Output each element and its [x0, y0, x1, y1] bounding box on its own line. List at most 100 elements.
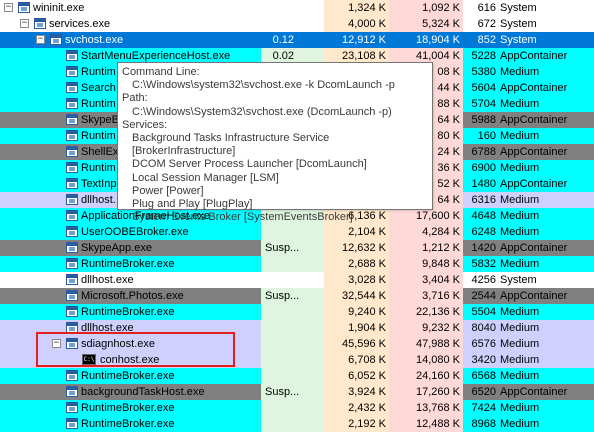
collapse-toggle-icon[interactable]: − [20, 19, 29, 28]
process-row[interactable]: − svchost.exe 0.12 12,912 K 18,904 K 852 Syste… [0, 32, 594, 48]
tooltip-service: Local Session Manager [LSM] [132, 171, 279, 184]
process-window-icon [66, 338, 78, 349]
pid-value: 852 [477, 34, 496, 46]
process-window-icon [66, 210, 78, 221]
process-name-cell[interactable]: backgroundTaskHost.exe [0, 384, 261, 400]
process-window-icon [66, 306, 78, 317]
integrity-level: AppContainer [500, 82, 568, 94]
pid-integrity-cell: 6788 AppContainer [463, 144, 594, 160]
pid-integrity-cell: 5604 AppContainer [463, 80, 594, 96]
pid-value: 6316 [471, 194, 496, 206]
process-name-cell[interactable]: RuntimeBroker.exe [0, 256, 261, 272]
process-row[interactable]: RuntimeBroker.exe 9,240 K 22,136 K 5504 Medi… [0, 304, 594, 320]
pid-integrity-cell: 160 Medium [463, 128, 594, 144]
process-name-cell[interactable]: dllhost.exe [0, 320, 261, 336]
process-name-cell[interactable]: − sdiagnhost.exe [0, 336, 261, 352]
process-name: backgroundTaskHost.exe [81, 386, 205, 398]
pid-integrity-cell: 5504 Medium [463, 304, 594, 320]
tooltip-path-label: Path: [122, 92, 148, 105]
pid-value: 1420 [471, 242, 496, 254]
process-name-cell[interactable]: RuntimeBroker.exe [0, 368, 261, 384]
process-name: UserOOBEBroker.exe [81, 226, 189, 238]
process-name: conhost.exe [100, 354, 160, 366]
pid-integrity-cell: 6316 Medium [463, 192, 594, 208]
process-row[interactable]: RuntimeBroker.exe 2,432 K 13,768 K 7424 Medi… [0, 400, 594, 416]
process-window-icon [66, 322, 78, 333]
cpu-cell [261, 336, 324, 352]
private-bytes-cell: 3,028 K [324, 272, 389, 288]
pid-integrity-cell: 5988 AppContainer [463, 112, 594, 128]
collapse-toggle-icon[interactable]: − [52, 339, 61, 348]
process-name: RuntimeBroker.exe [81, 258, 175, 270]
working-set-cell: 1,212 K [389, 240, 463, 256]
process-name-cell[interactable]: UserOOBEBroker.exe [0, 224, 261, 240]
pid-integrity-cell: 3420 Medium [463, 352, 594, 368]
process-row[interactable]: RuntimeBroker.exe 2,688 K 9,848 K 5832 Mediu… [0, 256, 594, 272]
pid-value: 5832 [471, 258, 496, 270]
pid-value: 7424 [471, 402, 496, 414]
pid-integrity-cell: 1420 AppContainer [463, 240, 594, 256]
process-row[interactable]: − sdiagnhost.exe 45,596 K 47,988 K 6576 Mediu… [0, 336, 594, 352]
private-bytes-cell: 12,632 K [324, 240, 389, 256]
process-row[interactable]: backgroundTaskHost.exe Susp... 3,924 K 17,2… [0, 384, 594, 400]
process-name-cell[interactable]: − svchost.exe [0, 32, 261, 48]
integrity-level: Medium [500, 130, 540, 142]
cpu-cell [261, 16, 324, 32]
process-name-cell[interactable]: Microsoft.Photos.exe [0, 288, 261, 304]
process-row[interactable]: RuntimeBroker.exe 6,052 K 24,160 K 6568 Medi… [0, 368, 594, 384]
process-name-cell[interactable]: C:\ conhost.exe [0, 352, 261, 368]
process-row[interactable]: dllhost.exe 3,028 K 3,404 K 4256 System [0, 272, 594, 288]
process-name-cell[interactable]: RuntimeBroker.exe [0, 416, 261, 432]
integrity-level: Medium [500, 258, 540, 270]
pid-value: 8040 [471, 322, 496, 334]
working-set-cell: 14,080 K [389, 352, 463, 368]
integrity-level: Medium [500, 98, 540, 110]
collapse-toggle-icon[interactable]: − [36, 35, 45, 44]
tooltip-services-label: Services: [122, 118, 168, 131]
integrity-level: AppContainer [500, 146, 568, 158]
process-row[interactable]: UserOOBEBroker.exe 2,104 K 4,284 K 6248 Medi… [0, 224, 594, 240]
process-row[interactable]: C:\ conhost.exe 6,708 K 14,080 K 3420 Medium [0, 352, 594, 368]
process-name: Runtim [81, 66, 116, 78]
pid-integrity-cell: 6568 Medium [463, 368, 594, 384]
integrity-level: Medium [500, 338, 540, 350]
process-row[interactable]: dllhost.exe 1,904 K 9,232 K 8040 Medium [0, 320, 594, 336]
process-window-icon [66, 146, 78, 157]
process-name-cell[interactable]: RuntimeBroker.exe [0, 400, 261, 416]
private-bytes-cell: 12,912 K [324, 32, 389, 48]
process-name-cell[interactable]: dllhost.exe [0, 272, 261, 288]
process-name: SkypeB [81, 114, 119, 126]
cpu-value: 0.12 [272, 34, 294, 46]
process-name-cell[interactable]: − wininit.exe [0, 0, 261, 16]
pid-integrity-cell: 8040 Medium [463, 320, 594, 336]
process-name: dllhost.exe [81, 322, 134, 334]
pid-value: 5604 [471, 82, 496, 94]
process-name: Runtim [81, 130, 116, 142]
private-bytes-cell: 6,052 K [324, 368, 389, 384]
process-name: RuntimeBroker.exe [81, 402, 175, 414]
process-row[interactable]: Microsoft.Photos.exe Susp... 32,544 K 3,716… [0, 288, 594, 304]
cpu-cell [261, 224, 324, 240]
private-bytes-cell: 3,924 K [324, 384, 389, 400]
integrity-level: AppContainer [500, 178, 568, 190]
process-name: SkypeApp.exe [81, 242, 152, 254]
working-set-cell: 9,848 K [389, 256, 463, 272]
process-window-icon [34, 18, 46, 29]
integrity-level: System [500, 274, 537, 286]
process-name-cell[interactable]: − services.exe [0, 16, 261, 32]
process-window-icon [66, 82, 78, 93]
process-name-cell[interactable]: RuntimeBroker.exe [0, 304, 261, 320]
pid-integrity-cell: 1480 AppContainer [463, 176, 594, 192]
integrity-level: Medium [500, 370, 540, 382]
collapse-toggle-icon[interactable]: − [4, 3, 13, 12]
pid-integrity-cell: 4648 Medium [463, 208, 594, 224]
integrity-level: AppContainer [500, 386, 568, 398]
process-row[interactable]: − wininit.exe 1,324 K 1,092 K 616 System [0, 0, 594, 16]
pid-integrity-cell: 616 System [463, 0, 594, 16]
process-name-cell[interactable]: SkypeApp.exe [0, 240, 261, 256]
integrity-level: Medium [500, 402, 540, 414]
process-row[interactable]: RuntimeBroker.exe 2,192 K 12,488 K 8968 Medi… [0, 416, 594, 432]
process-row[interactable]: SkypeApp.exe Susp... 12,632 K 1,212 K 1420 Ap… [0, 240, 594, 256]
process-row[interactable]: − services.exe 4,000 K 5,324 K 672 System [0, 16, 594, 32]
pid-value: 1480 [471, 178, 496, 190]
